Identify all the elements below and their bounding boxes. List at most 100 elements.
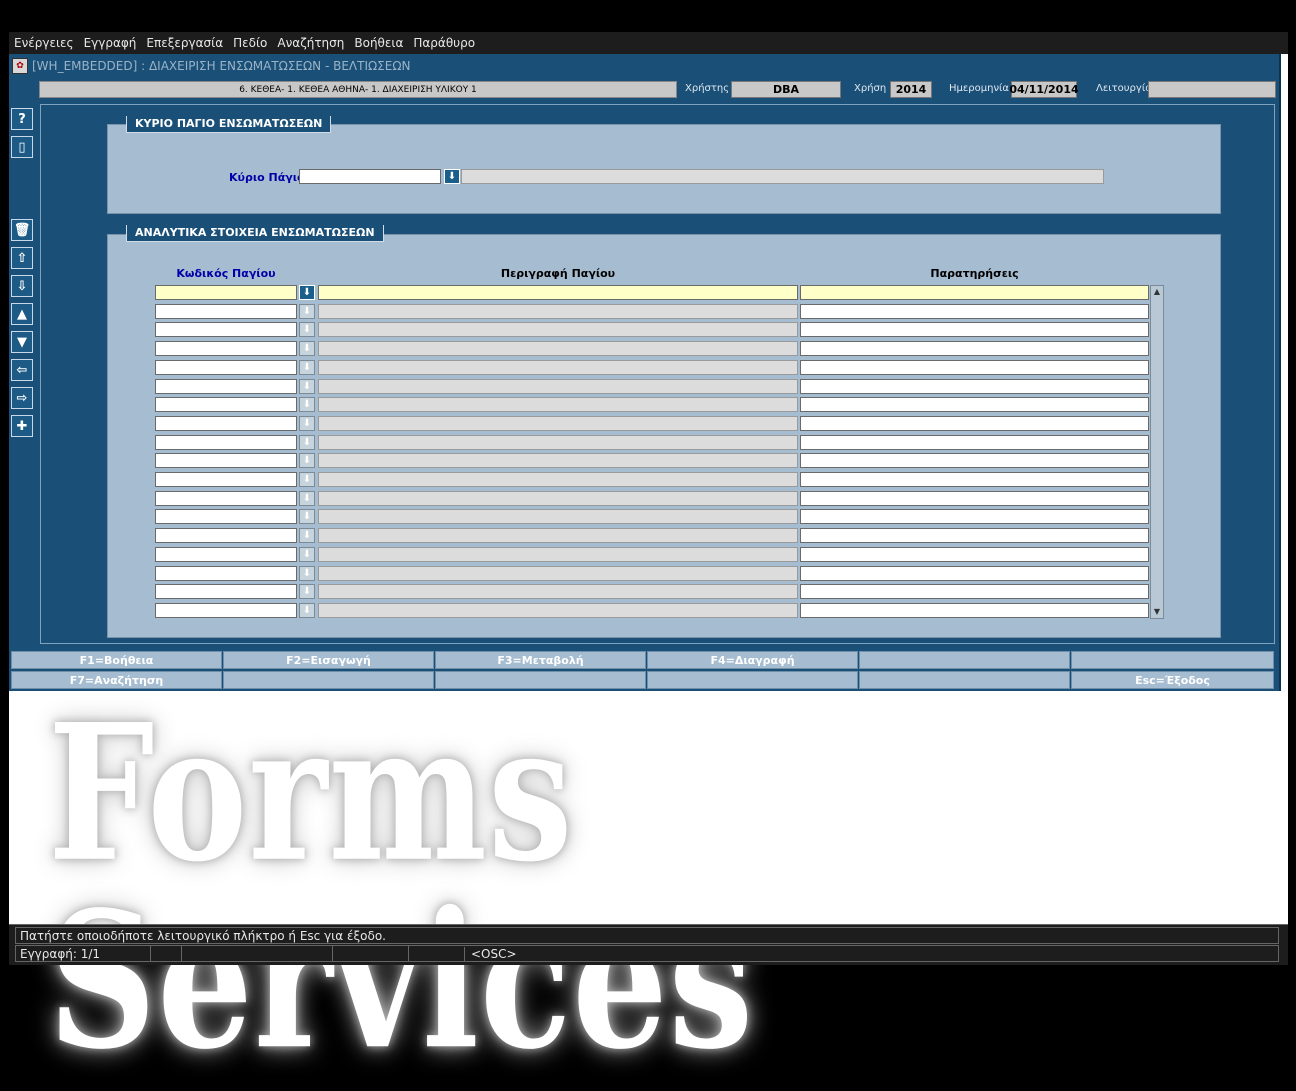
function-label: Λειτουργία bbox=[1096, 83, 1152, 94]
asset-code-cell[interactable] bbox=[155, 490, 297, 506]
triangle-down-icon[interactable]: ▼ bbox=[11, 331, 33, 353]
app-icon: ✿ bbox=[12, 58, 28, 74]
trash-icon[interactable]: 🗑 bbox=[11, 219, 33, 241]
asset-code-cell[interactable] bbox=[155, 434, 297, 450]
detail-panel-title: ΑΝΑΛΥΤΙΚΑ ΣΤΟΙΧΕΙΑ ΕΝΣΩΜΑΤΩΣΕΩΝ bbox=[126, 225, 384, 242]
remarks-cell[interactable] bbox=[800, 397, 1149, 413]
asset-code-lov-icon[interactable]: ⬇ bbox=[299, 378, 315, 394]
remarks-cell[interactable] bbox=[800, 453, 1149, 469]
forms-services-logo: Forms Services bbox=[48, 683, 755, 1091]
asset-code-cell[interactable] bbox=[155, 359, 297, 375]
asset-code-lov-icon[interactable]: ⬇ bbox=[299, 303, 315, 319]
asset-code-lov-icon[interactable]: ⬇ bbox=[299, 528, 315, 544]
asset-code-cell[interactable] bbox=[155, 303, 297, 319]
asset-code-cell[interactable] bbox=[155, 285, 297, 300]
remarks-cell[interactable] bbox=[800, 546, 1149, 562]
remarks-cell[interactable] bbox=[800, 472, 1149, 487]
fkey-delete[interactable]: F4=Διαγραφή bbox=[647, 651, 858, 669]
function-field bbox=[1148, 81, 1276, 98]
plus-icon[interactable]: ✚ bbox=[11, 415, 33, 437]
fkey-exit[interactable]: Esc=Έξοδος bbox=[1071, 671, 1274, 689]
help-icon[interactable]: ? bbox=[11, 108, 33, 130]
mode-indicator: <OSC> bbox=[464, 946, 517, 961]
year-label: Χρήση bbox=[854, 83, 887, 94]
asset-code-lov-icon[interactable]: ⬇ bbox=[299, 509, 315, 525]
asset-code-lov-icon[interactable]: ⬇ bbox=[299, 546, 315, 562]
location-field: 6. ΚΕΘΕΑ- 1. ΚΕΘΕΑ ΑΘΗΝΑ- 1. ΔΙΑΧΕΙΡΙΣΗ … bbox=[39, 81, 677, 98]
remarks-cell[interactable] bbox=[800, 584, 1149, 600]
asset-code-cell[interactable] bbox=[155, 528, 297, 544]
asset-description-cell bbox=[318, 490, 798, 506]
scroll-up-icon[interactable]: ▲ bbox=[1151, 286, 1163, 298]
remarks-cell[interactable] bbox=[800, 341, 1149, 357]
main-asset-label: Κύριο Πάγιο bbox=[229, 171, 305, 184]
menu-edit[interactable]: Επεξεργασία bbox=[141, 36, 228, 50]
arrow-left-icon[interactable]: ⇦ bbox=[11, 359, 33, 381]
asset-code-cell[interactable] bbox=[155, 509, 297, 525]
asset-code-lov-icon[interactable]: ⬇ bbox=[299, 472, 315, 487]
asset-code-lov-icon[interactable]: ⬇ bbox=[299, 453, 315, 469]
remarks-cell[interactable] bbox=[800, 285, 1149, 300]
arrow-right-icon[interactable]: ⇨ bbox=[11, 387, 33, 409]
fkey-empty-2[interactable] bbox=[1071, 651, 1274, 669]
remarks-cell[interactable] bbox=[800, 602, 1149, 618]
remarks-cell[interactable] bbox=[800, 509, 1149, 525]
asset-code-lov-icon[interactable]: ⬇ bbox=[299, 434, 315, 450]
asset-code-cell[interactable] bbox=[155, 546, 297, 562]
remarks-cell[interactable] bbox=[800, 434, 1149, 450]
fkey-empty-5[interactable] bbox=[647, 671, 858, 689]
asset-code-lov-icon[interactable]: ⬇ bbox=[299, 490, 315, 506]
remarks-cell[interactable] bbox=[800, 565, 1149, 581]
master-panel-title: ΚΥΡΙΟ ΠΑΓΙΟ ΕΝΣΩΜΑΤΩΣΕΩΝ bbox=[126, 116, 332, 133]
asset-code-lov-icon[interactable]: ⬇ bbox=[299, 322, 315, 338]
asset-code-cell[interactable] bbox=[155, 453, 297, 469]
status-cell-1 bbox=[150, 946, 181, 961]
asset-code-lov-icon[interactable]: ⬇ bbox=[299, 415, 315, 431]
menu-query[interactable]: Αναζήτηση bbox=[272, 36, 349, 50]
asset-description-cell bbox=[318, 546, 798, 562]
asset-code-lov-icon[interactable]: ⬇ bbox=[299, 285, 315, 300]
asset-code-cell[interactable] bbox=[155, 322, 297, 338]
remarks-cell[interactable] bbox=[800, 490, 1149, 506]
menu-actions[interactable]: Ενέργειες bbox=[9, 36, 79, 50]
remarks-cell[interactable] bbox=[800, 303, 1149, 319]
asset-code-cell[interactable] bbox=[155, 397, 297, 413]
fkey-update[interactable]: F3=Μεταβολή bbox=[435, 651, 646, 669]
scroll-down-icon[interactable]: ▼ bbox=[1151, 606, 1163, 618]
asset-code-cell[interactable] bbox=[155, 584, 297, 600]
asset-code-lov-icon[interactable]: ⬇ bbox=[299, 359, 315, 375]
asset-code-cell[interactable] bbox=[155, 565, 297, 581]
remarks-cell[interactable] bbox=[800, 528, 1149, 544]
triangle-up-icon[interactable]: ▲ bbox=[11, 303, 33, 325]
asset-code-lov-icon[interactable]: ⬇ bbox=[299, 341, 315, 357]
menu-window[interactable]: Παράθυρο bbox=[408, 36, 480, 50]
remarks-cell[interactable] bbox=[800, 415, 1149, 431]
date-label: Ημερομηνία bbox=[949, 83, 1010, 94]
asset-description-cell bbox=[318, 378, 798, 394]
remarks-cell[interactable] bbox=[800, 359, 1149, 375]
menu-help[interactable]: Βοήθεια bbox=[349, 36, 408, 50]
fkey-empty-1[interactable] bbox=[859, 651, 1070, 669]
remarks-cell[interactable] bbox=[800, 322, 1149, 338]
asset-code-cell[interactable] bbox=[155, 378, 297, 394]
asset-code-lov-icon[interactable]: ⬇ bbox=[299, 584, 315, 600]
arrow-down-icon[interactable]: ⇩ bbox=[11, 275, 33, 297]
asset-code-lov-icon[interactable]: ⬇ bbox=[299, 602, 315, 618]
menu-record[interactable]: Εγγραφή bbox=[79, 36, 142, 50]
asset-code-cell[interactable] bbox=[155, 415, 297, 431]
arrow-up-icon[interactable]: ⇧ bbox=[11, 247, 33, 269]
asset-code-cell[interactable] bbox=[155, 341, 297, 357]
main-asset-lov-icon[interactable]: ⬇ bbox=[444, 169, 460, 184]
remarks-cell[interactable] bbox=[800, 378, 1149, 394]
menu-field[interactable]: Πεδίο bbox=[228, 36, 272, 50]
notebook-icon[interactable]: ▯ bbox=[11, 136, 33, 158]
asset-code-cell[interactable] bbox=[155, 602, 297, 618]
main-asset-input[interactable] bbox=[299, 169, 441, 184]
detail-scrollbar[interactable]: ▲ ▼ bbox=[1150, 285, 1164, 619]
fkey-empty-6[interactable] bbox=[859, 671, 1070, 689]
asset-code-cell[interactable] bbox=[155, 472, 297, 487]
fkey-help[interactable]: F1=Βοήθεια bbox=[11, 651, 222, 669]
fkey-insert[interactable]: F2=Εισαγωγή bbox=[223, 651, 434, 669]
asset-code-lov-icon[interactable]: ⬇ bbox=[299, 565, 315, 581]
asset-code-lov-icon[interactable]: ⬇ bbox=[299, 397, 315, 413]
